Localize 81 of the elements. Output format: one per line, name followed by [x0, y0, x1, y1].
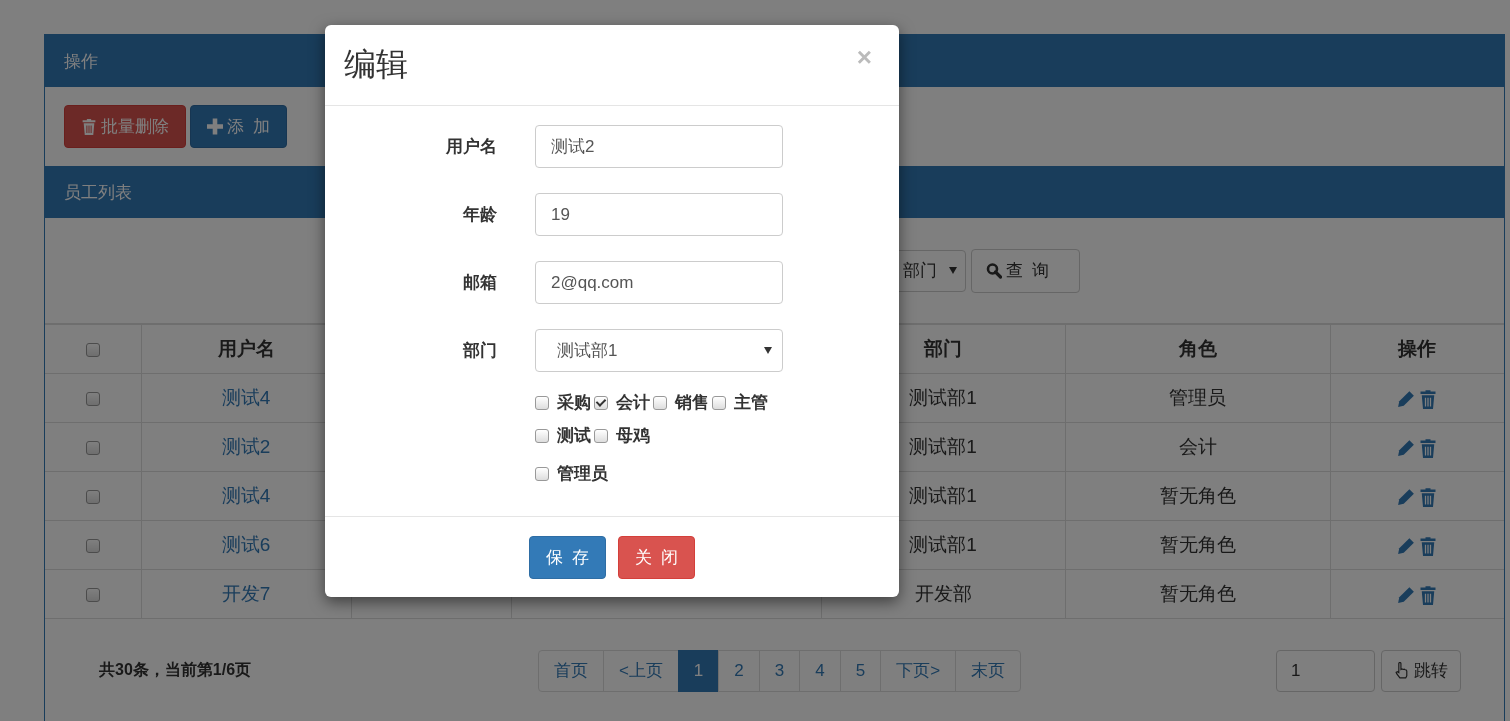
role-checkbox[interactable]: [712, 395, 726, 410]
field-label: 邮箱: [462, 272, 497, 294]
column-header: 角色: [1065, 324, 1330, 374]
close-button[interactable]: ×: [852, 41, 880, 73]
jump-button[interactable]: 跳转: [1381, 649, 1461, 692]
trash-icon[interactable]: [1419, 536, 1438, 556]
edit-icon[interactable]: [1397, 536, 1416, 556]
edit-icon[interactable]: [1397, 487, 1416, 507]
row-checkbox[interactable]: [85, 490, 100, 504]
table-cell: 暂无角色: [1159, 583, 1236, 604]
trash-icon[interactable]: [1419, 585, 1438, 605]
page-link[interactable]: 2: [718, 649, 760, 692]
record-summary: 共30条，当前第1/6页: [99, 660, 252, 680]
search-button[interactable]: 查 询: [970, 248, 1080, 293]
dialog-title: 编辑: [344, 45, 408, 84]
page-link[interactable]: 3: [758, 649, 801, 692]
table-cell: 会计: [1178, 436, 1217, 457]
plus-icon: [207, 118, 223, 135]
page-input[interactable]: 1: [1276, 649, 1375, 692]
table-cell: 暂无角色: [1159, 485, 1236, 506]
role-label: 主管: [734, 392, 768, 414]
row-checkbox[interactable]: [85, 539, 100, 553]
table-cell: 测试部1: [909, 436, 977, 457]
department-select[interactable]: 测试部1: [535, 329, 783, 372]
page-link[interactable]: 1: [677, 649, 720, 692]
save-button[interactable]: 保 存: [528, 535, 606, 579]
table-cell: 测试部1: [909, 534, 977, 555]
trash-icon[interactable]: [1419, 389, 1438, 409]
username-link[interactable]: 测试4: [221, 485, 271, 506]
table-cell: 测试部1: [909, 387, 977, 408]
edit-icon[interactable]: [1397, 438, 1416, 458]
caret-icon: [948, 267, 957, 274]
add-button[interactable]: 添 加: [190, 105, 288, 148]
page-link[interactable]: 末页: [955, 649, 1022, 692]
role-checkbox[interactable]: [594, 395, 608, 410]
trash-icon[interactable]: [1419, 487, 1438, 507]
role-checkbox[interactable]: [535, 428, 549, 443]
table-cell: 管理员: [1169, 387, 1226, 408]
panel-title: 操作: [64, 50, 98, 73]
username-link[interactable]: 开发7: [221, 583, 271, 604]
field-label: 年龄: [462, 204, 497, 226]
page-link[interactable]: 下页>: [880, 649, 957, 692]
table-cell: 暂无角色: [1159, 534, 1236, 555]
role-label: 采购: [557, 392, 591, 414]
row-checkbox[interactable]: [85, 392, 100, 406]
trash-icon: [81, 118, 97, 135]
batch-delete-button[interactable]: 批量删除: [64, 105, 186, 148]
edit-icon[interactable]: [1397, 585, 1416, 605]
table-cell: 测试部1: [909, 485, 977, 506]
select-all-checkbox[interactable]: [85, 343, 100, 357]
row-checkbox[interactable]: [85, 441, 100, 455]
input-field[interactable]: 19: [535, 193, 783, 236]
username-link[interactable]: 测试2: [221, 436, 271, 457]
username-link[interactable]: 测试6: [221, 534, 271, 555]
page-link[interactable]: 首页: [537, 649, 604, 692]
close-dialog-button[interactable]: 关 闭: [618, 535, 696, 579]
field-label: 部门: [462, 340, 497, 362]
input-field[interactable]: 2@qq.com: [535, 261, 783, 304]
page-link[interactable]: 4: [799, 649, 841, 692]
role-checkbox[interactable]: [535, 395, 549, 410]
input-field[interactable]: 测试2: [535, 125, 783, 168]
role-checkbox[interactable]: [535, 466, 549, 481]
role-label: 会计: [616, 392, 650, 414]
role-label: 销售: [675, 392, 709, 414]
column-header: 操作: [1330, 324, 1504, 374]
edit-icon[interactable]: [1397, 389, 1416, 409]
username-link[interactable]: 测试4: [221, 387, 271, 408]
role-label: 母鸡: [616, 425, 650, 447]
table-cell: 开发部: [914, 583, 972, 604]
role-checkbox[interactable]: [653, 395, 667, 410]
panel-title: 员工列表: [64, 181, 132, 204]
role-checkbox[interactable]: [594, 428, 608, 443]
row-checkbox[interactable]: [85, 588, 100, 602]
caret-icon: [764, 347, 772, 354]
role-label: 测试: [557, 425, 591, 447]
search-icon: [985, 262, 1002, 279]
page-link[interactable]: 5: [839, 649, 882, 692]
field-label: 用户名: [445, 136, 497, 158]
role-label: 管理员: [557, 463, 608, 485]
trash-icon[interactable]: [1419, 438, 1438, 458]
hand-pointer-icon: [1394, 662, 1410, 679]
